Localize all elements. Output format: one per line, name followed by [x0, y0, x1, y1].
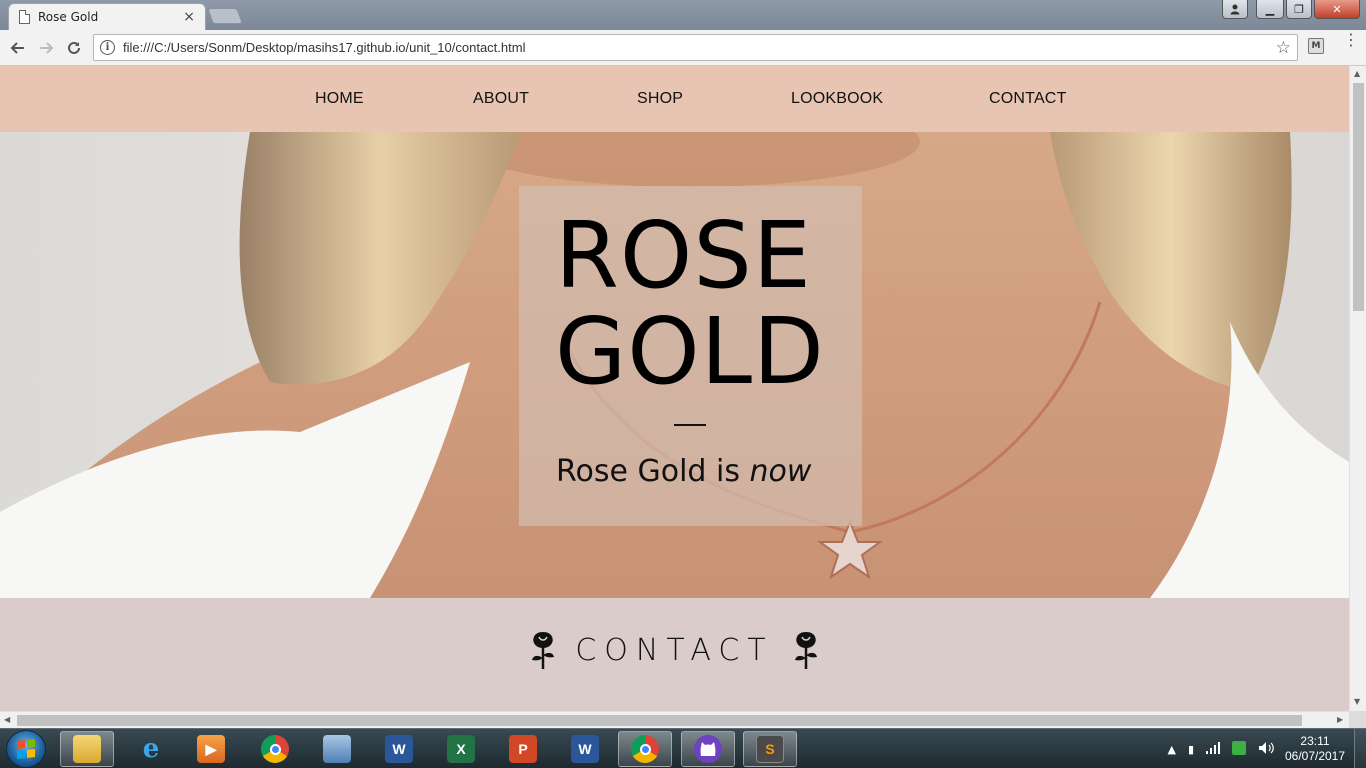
taskbar-word[interactable]: W [372, 731, 426, 767]
excel-icon: X [447, 735, 475, 763]
clock-date: 06/07/2017 [1284, 749, 1346, 763]
maximize-button[interactable]: ❐ [1286, 0, 1312, 19]
browser-menu-icon[interactable]: ⋮ [1343, 32, 1359, 48]
forward-button[interactable] [32, 34, 60, 62]
tab-title: Rose Gold [38, 10, 99, 24]
page-viewport: HOME ABOUT SHOP LOOKBOOK CONTACT ROSE GO… [0, 66, 1349, 711]
new-tab-button[interactable] [207, 8, 243, 24]
nav-contact[interactable]: CONTACT [989, 90, 1067, 108]
hero-tagline: Rose Gold is now [556, 454, 811, 489]
nav-about[interactable]: ABOUT [473, 90, 529, 108]
taskbar-word-2[interactable]: W [558, 731, 612, 767]
profile-icon[interactable] [1222, 0, 1248, 19]
browser-titlebar: Rose Gold × ▁ ❐ ✕ [0, 0, 1366, 30]
vertical-scroll-thumb[interactable] [1353, 83, 1364, 311]
contact-heading: CONTACT [0, 630, 1349, 670]
hero-tagline-emphasis: now [749, 454, 812, 489]
github-cat-icon [694, 735, 722, 763]
rose-icon [532, 632, 555, 669]
sublime-text-icon: S [756, 735, 784, 763]
chrome-icon [261, 735, 289, 763]
word-icon: W [385, 735, 413, 763]
nav-shop[interactable]: SHOP [637, 90, 683, 108]
taskbar-github-desktop[interactable] [681, 731, 735, 767]
arrow-right-icon [40, 41, 54, 54]
address-bar[interactable]: i file:///C:/Users/Sonm/Desktop/masihs17… [93, 34, 1298, 61]
taskbar-file-explorer[interactable] [60, 731, 114, 767]
taskbar-chrome-active[interactable] [618, 731, 672, 767]
photo-viewer-icon [323, 735, 351, 763]
nav-home[interactable]: HOME [315, 90, 364, 108]
site-navigation: HOME ABOUT SHOP LOOKBOOK CONTACT [0, 66, 1349, 132]
horizontal-scrollbar[interactable]: ◀ ▶ [0, 711, 1349, 728]
taskbar-excel[interactable]: X [434, 731, 488, 767]
horizontal-scroll-thumb[interactable] [17, 715, 1302, 726]
scrollbar-corner [1349, 711, 1366, 728]
start-button[interactable] [6, 730, 46, 768]
url-text[interactable]: file:///C:/Users/Sonm/Desktop/masihs17.g… [123, 40, 1276, 55]
word-icon-2: W [571, 735, 599, 763]
powerpoint-icon: P [509, 735, 537, 763]
reload-icon [68, 41, 80, 54]
taskbar-sublime-text[interactable]: S [743, 731, 797, 767]
folder-icon [73, 735, 101, 763]
nav-lookbook[interactable]: LOOKBOOK [791, 90, 883, 108]
show-desktop-button[interactable] [1354, 729, 1366, 768]
scroll-left-icon[interactable]: ◀ [4, 715, 10, 724]
back-button[interactable] [4, 34, 32, 62]
hero-divider [674, 424, 706, 426]
tray-expand-icon[interactable]: ▲ [1167, 743, 1175, 756]
window-controls: ▁ ❐ ✕ [1222, 0, 1360, 19]
clock-time: 23:11 [1300, 734, 1330, 748]
document-icon [19, 10, 30, 24]
hero-tagline-text: Rose Gold is [556, 454, 750, 489]
system-clock[interactable]: 23:11 06/07/2017 [1280, 734, 1350, 764]
close-window-button[interactable]: ✕ [1314, 0, 1360, 19]
minimize-button[interactable]: ▁ [1256, 0, 1284, 19]
bookmark-star-icon[interactable]: ☆ [1276, 38, 1291, 58]
taskbar-powerpoint[interactable]: P [496, 731, 550, 767]
arrow-left-icon [10, 41, 24, 54]
contact-section: CONTACT [0, 598, 1349, 711]
rose-icon [794, 632, 817, 669]
media-player-icon: ▶ [197, 735, 225, 763]
windows-taskbar: e ▶ W X P W S ▲ ▮ 23:11 06/07/2017 [0, 728, 1366, 768]
hero-section: ROSE GOLD Rose Gold is now [0, 132, 1349, 598]
tray-green-app-icon[interactable] [1232, 740, 1246, 758]
hero-title-line-2: GOLD [555, 298, 825, 405]
browser-toolbar: i file:///C:/Users/Sonm/Desktop/masihs17… [0, 30, 1366, 66]
hero-title: ROSE GOLD [555, 208, 825, 400]
reload-button[interactable] [60, 34, 88, 62]
extension-icon[interactable]: M [1308, 38, 1324, 54]
hero-overlay-box: ROSE GOLD Rose Gold is now [519, 186, 862, 526]
vertical-scrollbar[interactable]: ▲ ▼ [1349, 66, 1366, 711]
taskbar-photo-viewer[interactable] [310, 731, 364, 767]
info-icon[interactable]: i [100, 40, 115, 55]
windows-logo-icon [17, 739, 35, 759]
tab-close-icon[interactable]: × [183, 9, 195, 25]
hero-title-line-1: ROSE [555, 202, 812, 309]
tray-network-icon[interactable] [1206, 741, 1220, 757]
taskbar-internet-explorer[interactable]: e [124, 731, 178, 767]
volume-icon[interactable] [1258, 741, 1274, 758]
browser-tab-active[interactable]: Rose Gold × [8, 3, 206, 30]
scroll-right-icon[interactable]: ▶ [1337, 715, 1343, 724]
contact-title: CONTACT [575, 632, 774, 668]
taskbar-media-player[interactable]: ▶ [184, 731, 238, 767]
tray-device-icon[interactable]: ▮ [1188, 743, 1194, 756]
chrome-active-icon [631, 735, 659, 763]
scroll-down-icon[interactable]: ▼ [1354, 697, 1360, 706]
internet-explorer-icon: e [142, 734, 160, 764]
system-tray: ▲ ▮ 23:11 06/07/2017 [1161, 729, 1366, 768]
scroll-up-icon[interactable]: ▲ [1354, 69, 1360, 78]
taskbar-chrome[interactable] [248, 731, 302, 767]
